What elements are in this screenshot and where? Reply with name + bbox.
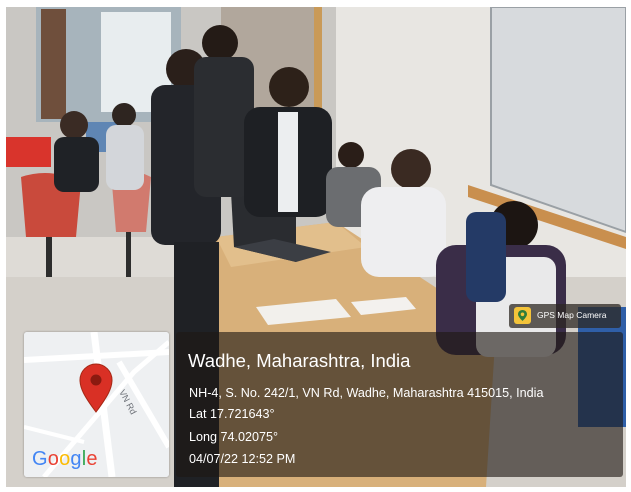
map-thumbnail[interactable]: VN Rd Google	[24, 332, 169, 477]
photo: VN Rd Google GPS Map Camera Wadhe, Mahar…	[6, 7, 626, 487]
datetime-line: 04/07/22 12:52 PM	[189, 452, 296, 466]
place-title: Wadhe, Maharashtra, India	[188, 350, 411, 371]
address-line: NH-4, S. No. 242/1, VN Rd, Wadhe, Mahara…	[189, 386, 544, 400]
longitude-line: Long 74.02075°	[189, 430, 279, 444]
location-info-box: Wadhe, Maharashtra, India NH-4, S. No. 2…	[176, 332, 623, 477]
google-logo: Google	[32, 448, 98, 470]
app-badge-label: GPS Map Camera	[537, 310, 607, 320]
app-badge: GPS Map Camera	[509, 304, 621, 328]
camera-app-icon	[514, 307, 531, 324]
latitude-line: Lat 17.721643°	[189, 407, 275, 421]
